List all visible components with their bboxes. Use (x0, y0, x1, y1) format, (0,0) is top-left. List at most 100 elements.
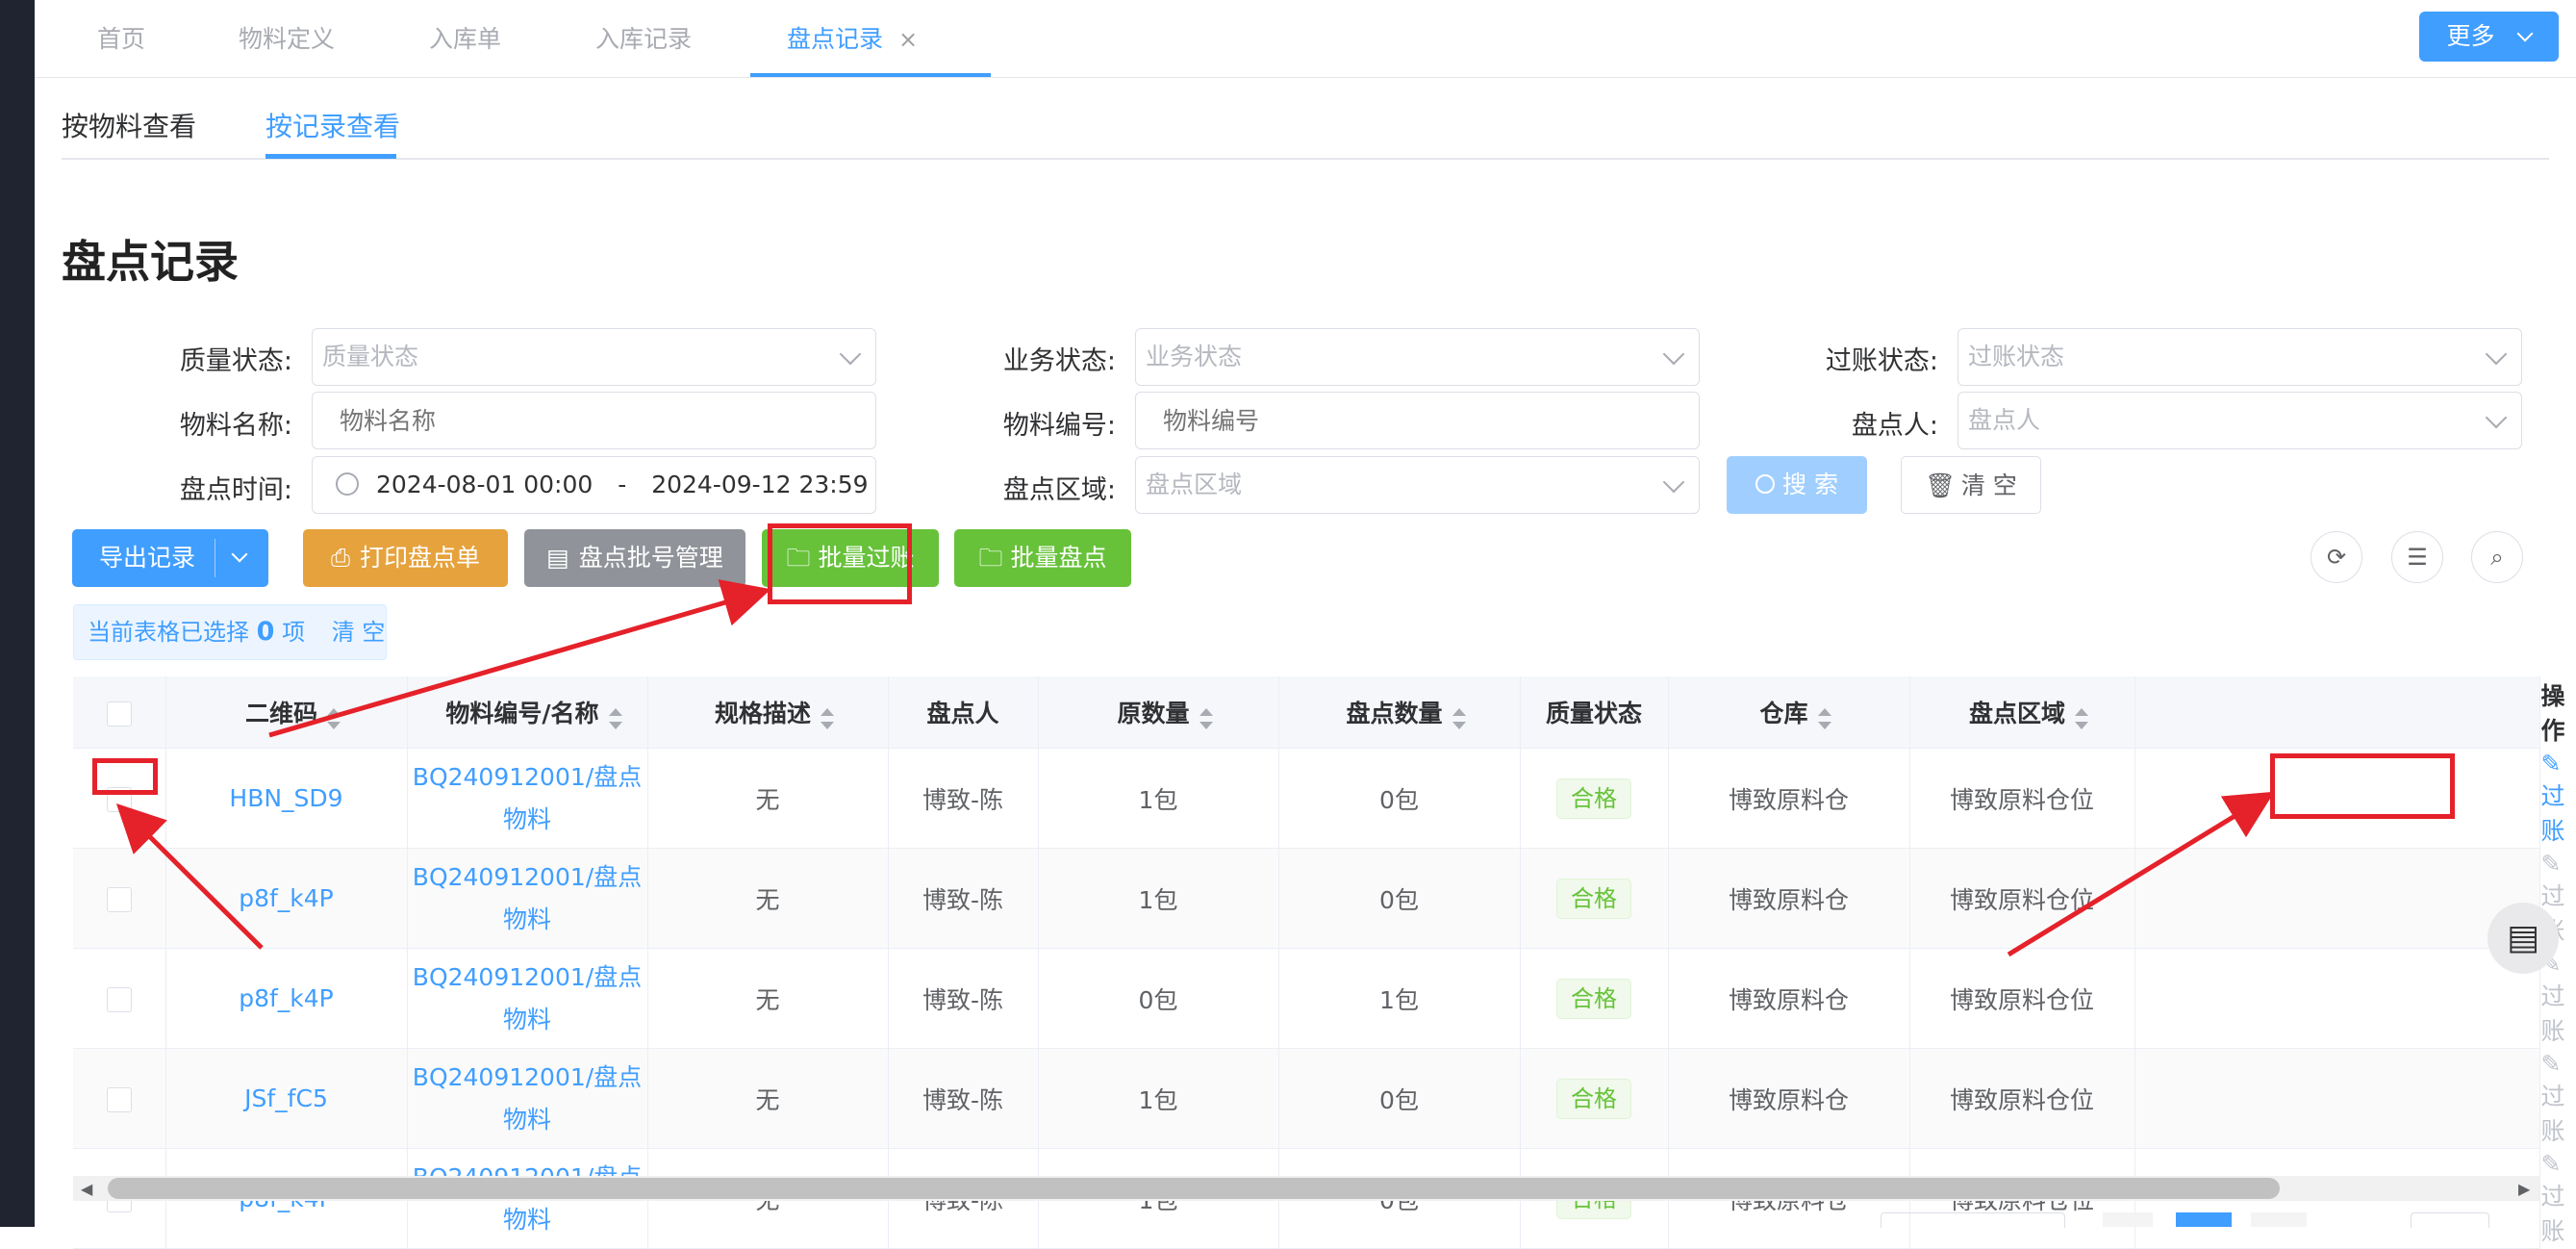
material-name-input[interactable] (312, 392, 876, 449)
original-qty-cell: 1包 (1038, 748, 1279, 849)
row-checkbox[interactable] (106, 987, 132, 1012)
qr-code-link[interactable]: HBN_SD9 (229, 784, 342, 812)
more-button[interactable]: 更多 (2419, 12, 2559, 62)
tab-material-definition[interactable]: 物料定义 (239, 0, 335, 77)
column-header-area[interactable]: 盘点区域 (1909, 676, 2135, 749)
edit-icon: ✎ (2540, 750, 2562, 777)
row-checkbox-cell (73, 1048, 166, 1149)
subtab-active-indicator (265, 154, 396, 159)
document-float-icon[interactable]: ▤ (2488, 903, 2559, 974)
scroll-left-icon[interactable]: ◀ (81, 1180, 92, 1198)
post-action-link[interactable]: ✎ 过账 (2541, 1150, 2569, 1245)
material-code-input[interactable] (1135, 392, 1700, 449)
batch-check-button[interactable]: 🗀 批量盘点 (954, 529, 1131, 587)
edit-icon: ✎ (2540, 1050, 2562, 1078)
quality-status-select[interactable]: 质量状态 (312, 328, 876, 386)
qr-code-link[interactable]: JSf_fC5 (244, 1084, 328, 1112)
material-code-link[interactable]: BQ240912001/盘点物料 (409, 956, 646, 1041)
spec-cell: 无 (647, 748, 889, 849)
checker-label: 盘点人: (1851, 411, 1938, 441)
quality-cell: 合格 (1520, 848, 1669, 949)
column-header-warehouse[interactable]: 仓库 (1668, 676, 1910, 749)
chevron-down-icon (1662, 471, 1685, 494)
export-records-button[interactable]: 导出记录 (72, 529, 268, 587)
quality-cell: 合格 (1520, 1048, 1669, 1149)
table-row[interactable]: p8f_k4P BQ240912001/盘点 物料无博致-陈 0包 1包 合格 博致原料仓博… (73, 948, 2565, 1049)
material-code-link[interactable]: BQ240912001/盘点物料 (409, 1057, 646, 1141)
business-status-select[interactable]: 业务状态 (1135, 328, 1700, 386)
material-name-text: 物料 (502, 1105, 551, 1134)
tab-inbound-records[interactable]: 入库记录 (595, 0, 692, 77)
chevron-down-icon (2485, 406, 2508, 429)
tab-inbound-order[interactable]: 入库单 (429, 0, 501, 77)
chevron-down-icon[interactable] (231, 546, 248, 563)
batch-number-management-button[interactable]: ▤ 盘点批号管理 (524, 529, 745, 587)
column-header-material[interactable]: 物料编号/名称 (407, 676, 648, 749)
next-page-button[interactable] (2251, 1212, 2307, 1227)
clear-filters-button[interactable]: 🗑 清 空 (1901, 456, 2041, 514)
prev-page-button[interactable] (2103, 1212, 2153, 1227)
material-name-text: 物料 (502, 1005, 551, 1033)
column-header-spec[interactable]: 规格描述 (647, 676, 889, 749)
tab-home[interactable]: 首页 (97, 0, 145, 77)
row-checkbox-cell (73, 848, 166, 949)
row-checkbox-cell (73, 948, 166, 1049)
row-checkbox[interactable] (106, 1087, 132, 1112)
current-page-button[interactable] (2176, 1212, 2232, 1227)
material-code-text: BQ240912001/盘点 (412, 762, 643, 791)
subtab-by-record[interactable]: 按记录查看 (265, 106, 400, 144)
annotation-box-post-action (2270, 753, 2455, 819)
material-name-label: 物料名称: (179, 411, 292, 441)
posting-status-select[interactable]: 过账状态 (1957, 328, 2522, 386)
tab-label: 首页 (97, 25, 146, 53)
qr-cell: p8f_k4P (165, 948, 408, 1049)
close-icon[interactable]: × (898, 26, 918, 53)
jump-page-input[interactable] (2411, 1212, 2489, 1228)
material-cell: BQ240912001/盘点物料 (407, 948, 648, 1049)
check-time-range-picker[interactable]: 2024-08-01 00:00 - 2024-09-12 23:59 (312, 456, 876, 514)
column-header-qr[interactable]: 二维码 (165, 676, 408, 749)
subtab-divider (62, 158, 2549, 160)
post-action-link[interactable]: ✎ 过账 (2541, 750, 2569, 845)
qr-cell: JSf_fC5 (165, 1048, 408, 1149)
counted-qty-cell: 0包 (1278, 1048, 1521, 1149)
warehouse-cell: 博致原料仓 (1668, 1048, 1910, 1149)
annotation-box-batch-post (768, 523, 912, 604)
row-checkbox[interactable] (106, 887, 132, 912)
material-code-link[interactable]: BQ240912001/盘点物料 (409, 856, 646, 941)
post-action-link[interactable]: ✎ 过账 (2541, 1050, 2569, 1145)
table-row[interactable]: HBN_SD9 BQ240912001/盘点 物料无博致-陈 1包 0包 合格 博致原料仓博… (73, 748, 2565, 849)
column-header-counted-qty[interactable]: 盘点数量 (1278, 676, 1521, 749)
qr-code-link[interactable]: p8f_k4P (239, 884, 334, 912)
column-header-label: 盘点数量 (1346, 700, 1443, 727)
column-header-label: 质量状态 (1545, 700, 1642, 727)
area-cell: 博致原料仓位 (1909, 848, 2135, 949)
quality-status-badge: 合格 (1556, 1078, 1631, 1119)
select-all-checkbox[interactable] (106, 701, 132, 726)
search-button[interactable]: 搜 索 (1727, 456, 1867, 514)
print-check-sheet-button[interactable]: ⎙ 打印盘点单 (303, 529, 508, 587)
column-header-label: 操作 (2540, 682, 2565, 745)
table-row[interactable]: p8f_k4PBQ240912001/盘点物料无博致-陈1包0包合格博致原料仓博… (73, 848, 2565, 949)
material-code-text: BQ240912001/盘点 (412, 962, 643, 991)
horizontal-scrollbar-thumb[interactable] (108, 1178, 2280, 1199)
subtab-by-material[interactable]: 按物料查看 (62, 106, 196, 144)
checker-select[interactable]: 盘点人 (1957, 392, 2522, 449)
scroll-right-icon[interactable]: ▶ (2518, 1180, 2530, 1198)
material-code-link[interactable]: BQ240912001/盘点物料 (409, 756, 646, 841)
tab-inventory-check-records[interactable]: 盘点记录 × (787, 0, 918, 77)
material-code-text: BQ240912001/盘点 (412, 862, 643, 891)
chevron-down-icon (2485, 343, 2508, 366)
selection-count: 0 (256, 617, 275, 647)
page-size-select[interactable] (1881, 1212, 2065, 1228)
qr-code-link[interactable]: p8f_k4P (239, 984, 334, 1012)
clear-selection-link[interactable]: 清 空 (332, 619, 386, 646)
quality-cell: 合格 (1520, 948, 1669, 1049)
table-row[interactable]: JSf_fC5 BQ240912001/盘点 物料无博致-陈 1包 0包 合格 博致原料仓博… (73, 1048, 2565, 1149)
check-area-select[interactable]: 盘点区域 (1135, 456, 1700, 514)
column-settings-icon[interactable]: ☰ (2391, 531, 2443, 583)
column-header-original-qty[interactable]: 原数量 (1038, 676, 1279, 749)
qr-cell: HBN_SD9 (165, 748, 408, 849)
refresh-icon[interactable]: ⟳ (2311, 531, 2362, 583)
search-toggle-icon[interactable]: ⌕ (2471, 531, 2523, 583)
